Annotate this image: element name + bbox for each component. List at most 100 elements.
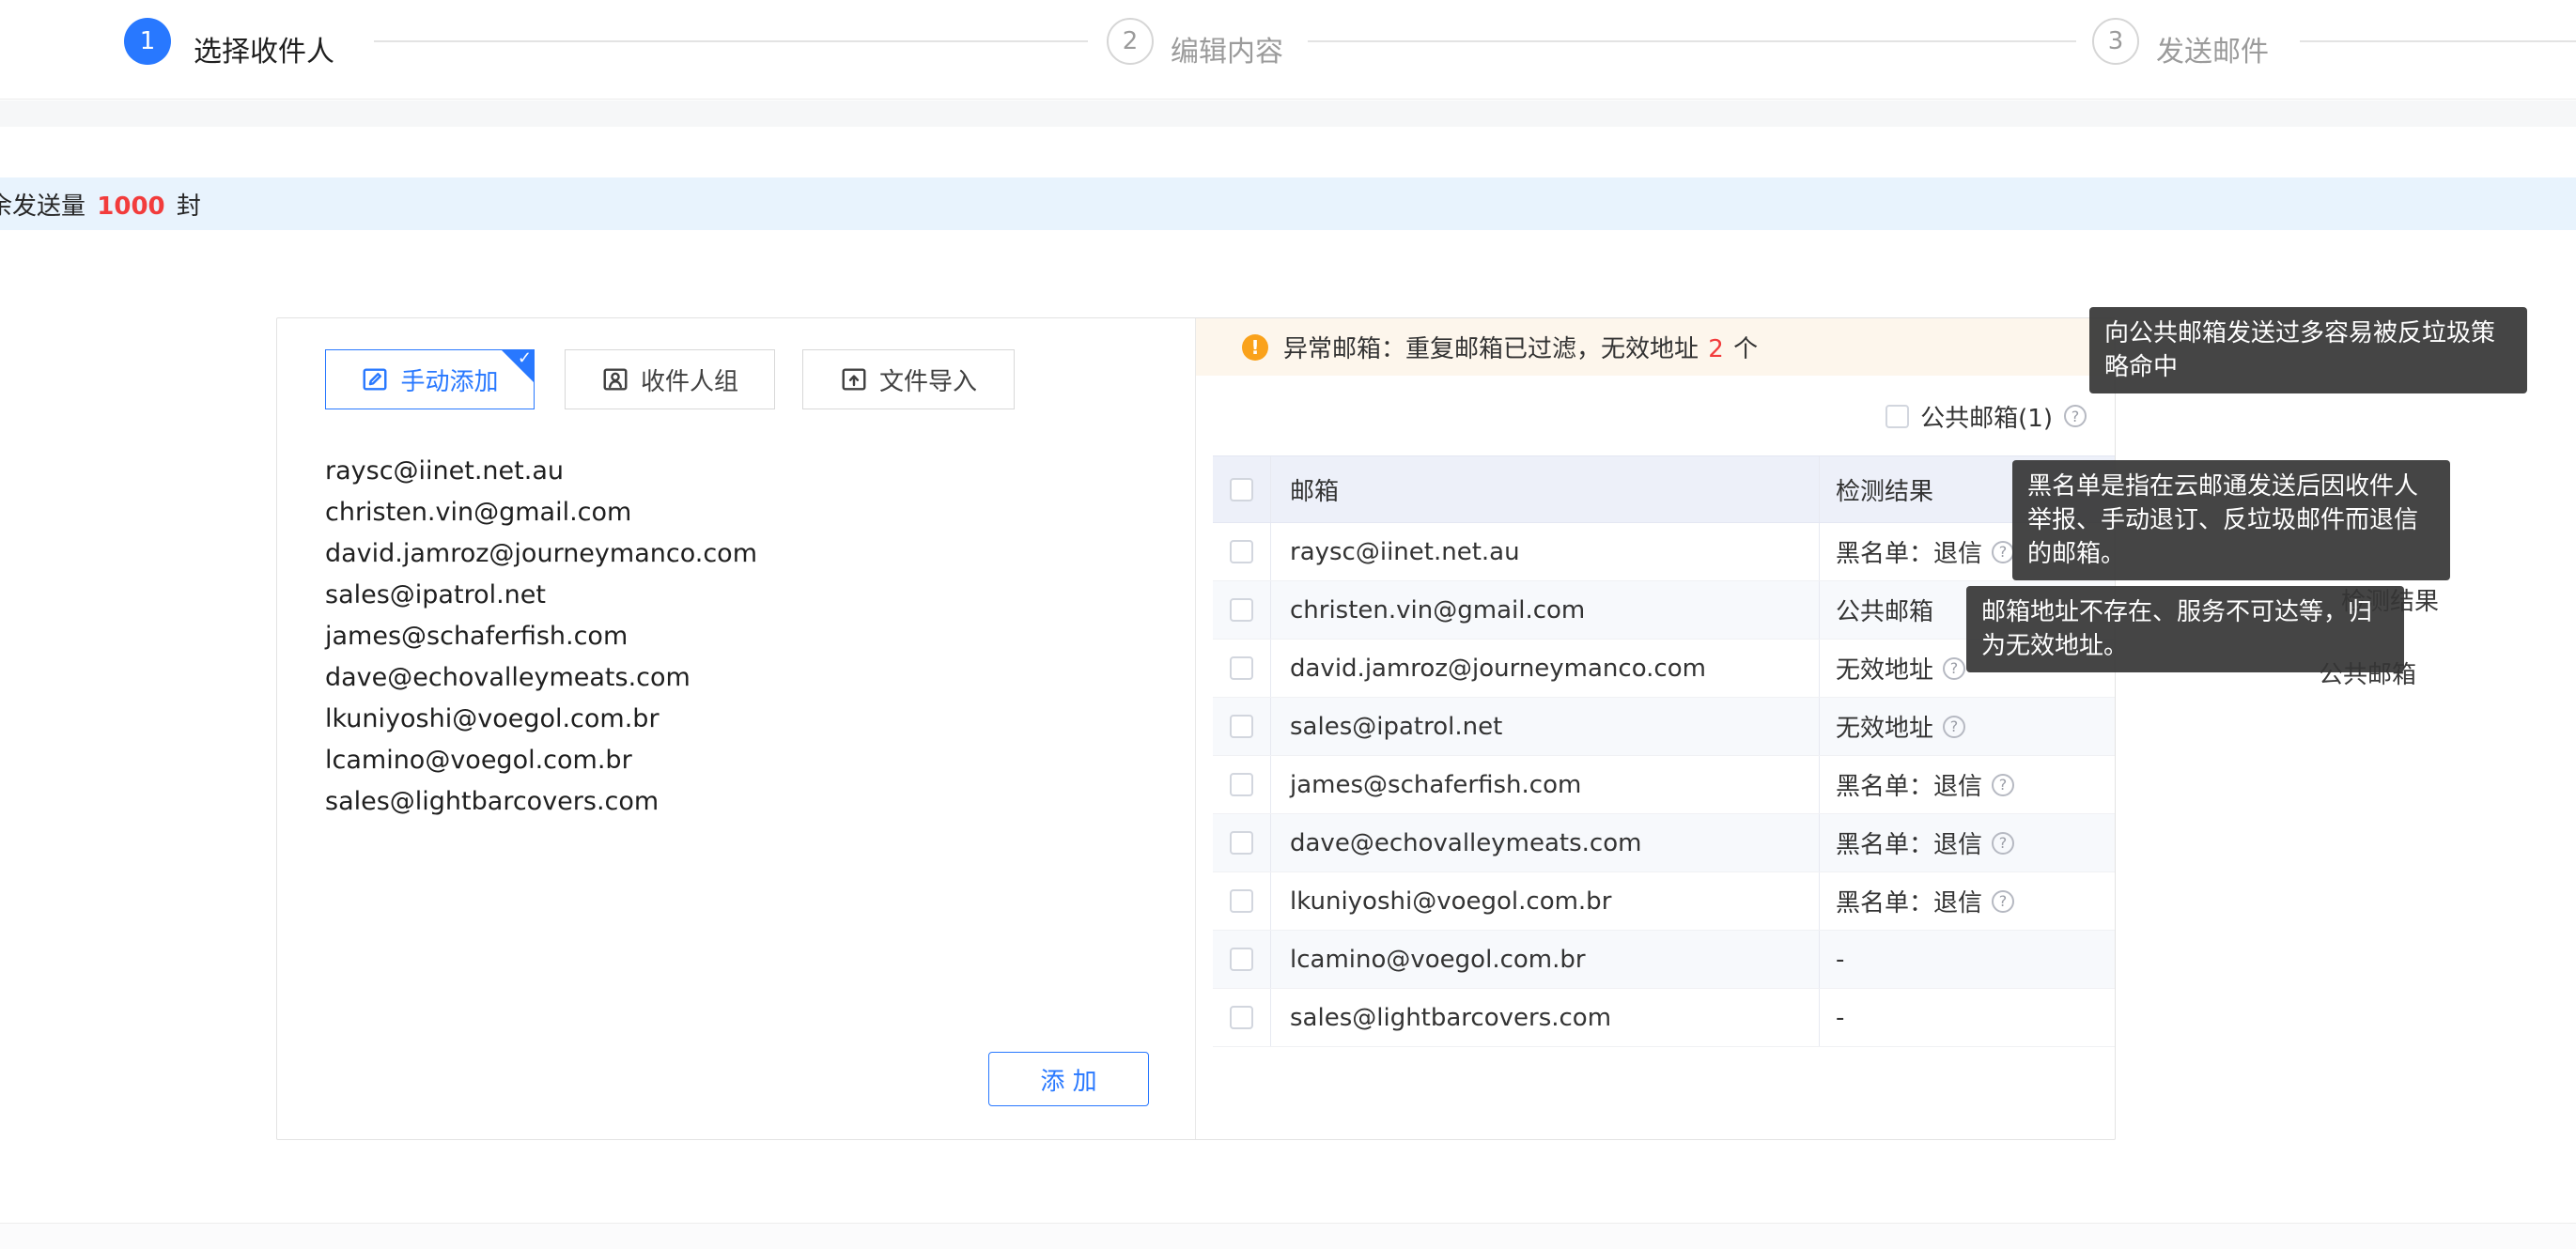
row-result-text: 公共邮箱 <box>1836 593 1933 627</box>
step-1-label: 选择收件人 <box>194 28 334 69</box>
email-list-line: sales@ipatrol.net <box>325 575 1157 616</box>
row-checkbox[interactable] <box>1230 1006 1253 1029</box>
row-checkbox-cell <box>1213 698 1270 755</box>
row-checkbox-cell <box>1213 581 1270 639</box>
recipient-input-area[interactable]: raysc@iinet.net.au christen.vin@gmail.co… <box>325 451 1157 1026</box>
recipient-input-pane: 手动添加 ✓ 收件人组 <box>277 318 1195 1139</box>
step-connector-1 <box>374 40 1088 42</box>
row-result-text: 无效地址 <box>1836 709 1933 744</box>
row-result-text: - <box>1836 946 1844 974</box>
row-checkbox[interactable] <box>1230 831 1253 855</box>
email-list-line: lcamino@voegol.com.br <box>325 740 1157 781</box>
tooltip-public-mailbox: 向公共邮箱发送过多容易被反垃圾策略命中 <box>2089 307 2527 393</box>
public-mailbox-checkbox[interactable] <box>1885 405 1909 428</box>
table-row: lcamino@voegol.com.br - ? <box>1213 931 2115 989</box>
tab-manual-add-label: 手动添加 <box>400 362 498 397</box>
row-result: - ? <box>1819 931 2115 988</box>
email-list-line: lkuniyoshi@voegol.com.br <box>325 699 1157 740</box>
row-checkbox-cell <box>1213 523 1270 580</box>
header-sub-strip <box>0 100 2576 127</box>
step-2-label: 编辑内容 <box>1171 28 1283 69</box>
row-checkbox-cell <box>1213 640 1270 697</box>
row-result-text: 黑名单：退信 <box>1836 767 1982 802</box>
row-checkbox-cell <box>1213 989 1270 1046</box>
email-list-line: sales@lightbarcovers.com <box>325 781 1157 823</box>
row-result-text: 黑名单：退信 <box>1836 534 1982 569</box>
stepper: 1 选择收件人 2 编辑内容 3 发送邮件 <box>0 0 2576 100</box>
row-checkbox[interactable] <box>1230 656 1253 680</box>
manual-add-icon <box>361 365 389 393</box>
public-mailbox-filter: 公共邮箱(1) ? <box>1885 401 2087 431</box>
step-connector-2 <box>1308 40 2076 42</box>
file-import-icon <box>840 365 868 393</box>
quota-text: 余发送量 1000 封 <box>0 187 201 222</box>
tab-manual-add[interactable]: 手动添加 ✓ <box>325 349 535 409</box>
tab-file-import[interactable]: 文件导入 <box>802 349 1015 409</box>
row-email: christen.vin@gmail.com <box>1270 581 1819 639</box>
email-list-line: christen.vin@gmail.com <box>325 492 1157 533</box>
row-email: james@schaferfish.com <box>1270 756 1819 813</box>
tooltip-blacklist: 黑名单是指在云邮通发送后因收件人举报、手动退订、反垃圾邮件而退信的邮箱。 <box>2012 460 2450 580</box>
email-list-line: raysc@iinet.net.au <box>325 451 1157 492</box>
recipient-card: 手动添加 ✓ 收件人组 <box>276 317 2116 1140</box>
row-checkbox-cell <box>1213 872 1270 930</box>
row-checkbox[interactable] <box>1230 715 1253 738</box>
tab-recipient-group[interactable]: 收件人组 <box>565 349 775 409</box>
row-email: lcamino@voegol.com.br <box>1270 931 1819 988</box>
table-row: raysc@iinet.net.au 黑名单：退信 ? <box>1213 523 2115 581</box>
table-row: dave@echovalleymeats.com 黑名单：退信 ? <box>1213 814 2115 872</box>
row-email: raysc@iinet.net.au <box>1270 523 1819 580</box>
row-email: lkuniyoshi@voegol.com.br <box>1270 872 1819 930</box>
help-icon[interactable]: ? <box>1992 774 2014 796</box>
add-button[interactable]: 添 加 <box>988 1052 1149 1106</box>
row-result-text: 无效地址 <box>1836 651 1933 686</box>
row-checkbox[interactable] <box>1230 540 1253 563</box>
row-checkbox-cell <box>1213 814 1270 871</box>
step-connector-3 <box>2300 40 2576 42</box>
quota-number: 1000 <box>93 193 168 221</box>
help-icon[interactable]: ? <box>1992 890 2014 913</box>
table-row: lkuniyoshi@voegol.com.br 黑名单：退信 ? <box>1213 872 2115 931</box>
bulk-mail-recipient-page: 1 选择收件人 2 编辑内容 3 发送邮件 余发送量 1000 封 手动添加 <box>0 0 2576 1249</box>
help-icon[interactable]: ? <box>1992 832 2014 855</box>
row-result: - ? <box>1819 989 2115 1046</box>
email-list-line: james@schaferfish.com <box>325 616 1157 657</box>
select-all-checkbox[interactable] <box>1230 478 1253 501</box>
step-3-label: 发送邮件 <box>2156 28 2269 69</box>
check-result-table: 邮箱 检测结果 raysc@iinet.net.au 黑名单：退信 ? chri… <box>1213 455 2115 1047</box>
row-result: 黑名单：退信 ? <box>1819 872 2115 930</box>
row-checkbox[interactable] <box>1230 598 1253 622</box>
step-1-indicator: 1 <box>124 18 171 65</box>
row-checkbox[interactable] <box>1230 889 1253 913</box>
row-email: david.jamroz@journeymanco.com <box>1270 640 1819 697</box>
step-3-indicator: 3 <box>2092 18 2139 65</box>
check-result-pane: ! 异常邮箱：重复邮箱已过滤，无效地址 2 个 公共邮箱(1) ? 邮箱 检测结… <box>1195 318 2115 1139</box>
row-checkbox-cell <box>1213 931 1270 988</box>
table-row: sales@lightbarcovers.com - ? <box>1213 989 2115 1047</box>
email-list-line: dave@echovalleymeats.com <box>325 657 1157 699</box>
row-result-text: 黑名单：退信 <box>1836 884 1982 918</box>
row-email: sales@lightbarcovers.com <box>1270 989 1819 1046</box>
public-mailbox-label: 公共邮箱(1) <box>1920 399 2053 434</box>
table-row: james@schaferfish.com 黑名单：退信 ? <box>1213 756 2115 814</box>
row-checkbox[interactable] <box>1230 773 1253 796</box>
help-icon[interactable]: ? <box>1943 657 1965 680</box>
row-checkbox-cell <box>1213 756 1270 813</box>
row-result-text: 黑名单：退信 <box>1836 825 1982 860</box>
help-icon[interactable]: ? <box>1992 541 2014 563</box>
row-email: dave@echovalleymeats.com <box>1270 814 1819 871</box>
help-icon[interactable]: ? <box>1943 716 1965 738</box>
row-result: 无效地址 ? <box>1819 698 2115 755</box>
row-email: sales@ipatrol.net <box>1270 698 1819 755</box>
bottom-strip <box>0 1223 2576 1249</box>
invalid-count: 2 <box>1706 335 1726 363</box>
row-checkbox[interactable] <box>1230 948 1253 971</box>
tab-file-import-label: 文件导入 <box>879 362 977 397</box>
quota-banner: 余发送量 1000 封 <box>0 177 2576 230</box>
tooltip-invalid-address: 邮箱地址不存在、服务不可达等，归为无效地址。 <box>1966 586 2404 672</box>
public-mailbox-help-icon[interactable]: ? <box>2064 405 2087 427</box>
row-result: 黑名单：退信 ? <box>1819 814 2115 871</box>
table-header-row: 邮箱 检测结果 <box>1213 455 2115 523</box>
recipient-group-icon <box>601 365 629 393</box>
email-column-header: 邮箱 <box>1270 456 1819 522</box>
